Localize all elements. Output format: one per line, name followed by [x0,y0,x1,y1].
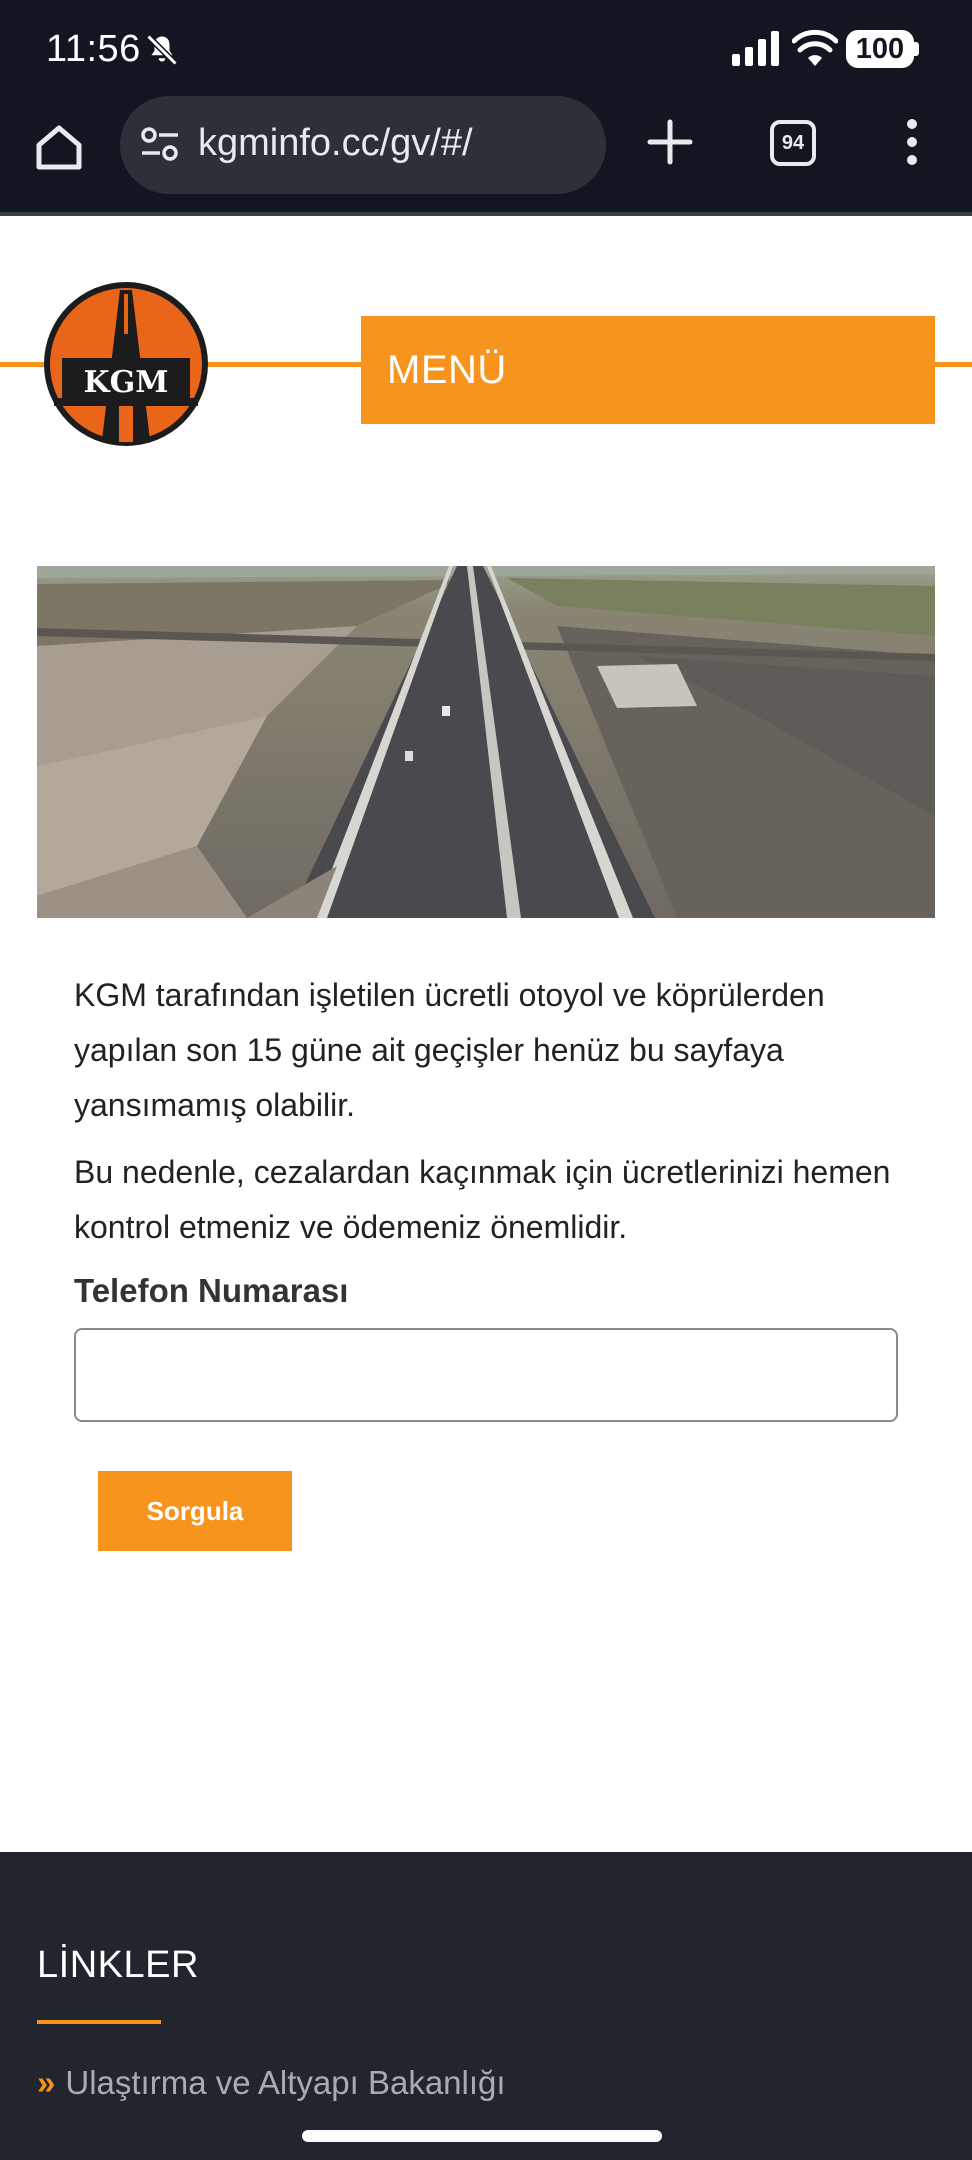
gesture-home-indicator[interactable] [302,2130,662,2142]
query-button[interactable]: Sorgula [98,1471,292,1551]
signal-icon [732,31,779,66]
menu-label: MENÜ [387,348,507,392]
footer-title-underline [37,2020,161,2024]
kgm-logo[interactable]: KGM [42,280,210,448]
more-options-icon[interactable] [896,118,928,166]
footer-link-label: Ulaştırma ve Altyapı Bakanlığı [65,2064,506,2101]
tab-switcher-button[interactable]: 94 [770,120,816,166]
home-icon[interactable] [32,120,86,174]
wifi-icon [792,29,838,66]
site-settings-icon[interactable] [140,126,180,162]
footer-title: LİNKLER [37,1944,199,1986]
status-time: 11:56 [46,28,141,70]
battery-indicator: 100 [846,30,914,68]
url-text[interactable]: kgminfo.cc/gv/#/ [198,122,473,165]
browser-toolbar: kgminfo.cc/gv/#/ 94 [0,96,972,212]
info-paragraph: KGM tarafından işletilen ücretli otoyol … [74,977,825,1123]
double-chevron-right-icon: » [37,2064,56,2101]
warning-paragraph: Bu nedenle, cezalardan kaçınmak için ücr… [74,1154,891,1245]
new-tab-icon[interactable] [646,118,694,166]
battery-tip [914,42,919,56]
logo-text: KGM [84,365,169,400]
bell-muted-icon [146,34,178,66]
toolbar-divider [0,212,972,216]
footer: LİNKLER » Ulaştırma ve Altyapı Bakanlığı [0,1852,972,2160]
address-bar[interactable]: kgminfo.cc/gv/#/ [120,96,606,194]
phone-input[interactable] [74,1328,898,1422]
highway-hero-image [37,566,935,918]
phone-label: Telefon Numarası [74,1272,349,1309]
status-bar: 11:56 100 [0,0,972,96]
menu-button[interactable]: MENÜ [361,316,935,424]
footer-link-ministry[interactable]: » Ulaştırma ve Altyapı Bakanlığı [37,2064,506,2102]
info-text: KGM tarafından işletilen ücretli otoyol … [74,968,904,1255]
